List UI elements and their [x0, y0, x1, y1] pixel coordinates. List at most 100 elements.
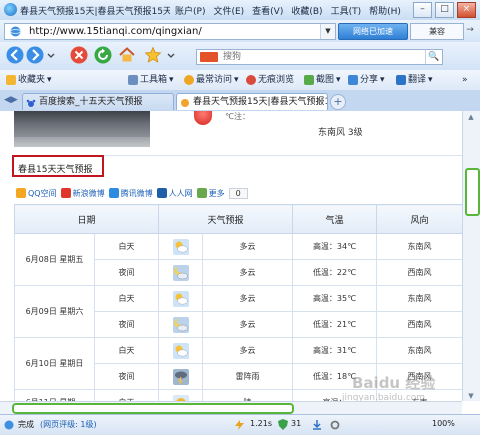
current-wind: 东南风 3级	[318, 128, 363, 138]
weather-site-icon	[181, 99, 189, 107]
chevron-down-icon: ▾	[47, 75, 52, 85]
weather-cell: 多云	[202, 311, 294, 338]
toolbar-translate[interactable]: 翻译 ▾	[396, 73, 433, 87]
cloudy-night-icon	[172, 316, 189, 333]
new-tab-plus-icon[interactable]: +	[330, 94, 346, 110]
favorites-star-icon[interactable]	[144, 46, 162, 64]
search-input[interactable]	[223, 50, 423, 64]
toolbar-favorites[interactable]: 收藏夹 ▾	[6, 73, 52, 87]
chevron-down-icon: ▾	[169, 75, 174, 85]
settings-gear-icon[interactable]	[330, 420, 340, 430]
weather-icon-cell	[158, 363, 204, 390]
share-link[interactable]: QQ空间	[16, 188, 57, 199]
share-link[interactable]: 更多	[196, 188, 225, 199]
weather-icon-cell	[158, 259, 204, 286]
menu-file[interactable]: 文件(E)	[210, 4, 247, 17]
horizontal-scroll-thumb[interactable]	[12, 403, 294, 414]
scroll-down-arrow-icon[interactable]: ▼	[466, 392, 476, 400]
menu-favorites[interactable]: 收藏(B)	[288, 4, 325, 17]
tab-close-icon[interactable]: ×	[316, 94, 324, 110]
table-row: 6月08日 星期五 白天 多云 高温：34℃ 东南风	[14, 233, 462, 286]
toolbar-share[interactable]: 分享 ▾	[348, 73, 385, 87]
partly-cloudy-day-icon	[172, 342, 189, 359]
toolbar-more-chevron-icon[interactable]: »	[462, 73, 468, 87]
toolbar-favorites-label: 收藏夹	[18, 75, 46, 85]
chevron-down-icon: ▾	[380, 75, 385, 85]
zoom-level[interactable]: 100%	[432, 419, 455, 428]
weather-photo-bottom	[14, 137, 150, 147]
toolbar-toolbox-label: 工具箱	[140, 75, 168, 85]
go-arrow-icon[interactable]: →	[464, 24, 476, 37]
search-icon[interactable]: 🔍	[425, 50, 442, 64]
toolbar-most-visited[interactable]: 最常访问 ▾	[184, 73, 239, 87]
toolbar-share-label: 分享	[360, 75, 379, 85]
toolbar-toolbox[interactable]: 工具箱 ▾	[128, 73, 174, 87]
vertical-scroll-thumb[interactable]	[465, 168, 480, 216]
favorites-chevron-down-icon[interactable]	[165, 46, 177, 64]
period-cell: 夜间	[93, 259, 160, 286]
toolbox-icon	[128, 75, 138, 85]
forward-icon[interactable]	[26, 46, 44, 64]
tab-scroll-arrows-icon[interactable]: ◀▶	[4, 95, 18, 105]
star-icon	[6, 75, 16, 85]
close-button[interactable]: ×	[457, 2, 476, 18]
share-site-icon	[108, 188, 119, 198]
page-globe-icon	[10, 26, 21, 37]
scroll-up-arrow-icon[interactable]: ▲	[466, 113, 476, 121]
status-bar: 完成 (网页评级: 1级) 1.21s 31 100%	[0, 414, 480, 435]
wind-cell: 东南风	[376, 233, 462, 260]
address-dropdown-chevron-icon[interactable]: ▼	[320, 24, 335, 39]
header-temp: 气温	[292, 204, 378, 234]
tab-baidu-search[interactable]: 百度搜索_十五天天气预报	[22, 93, 174, 110]
address-field[interactable]: http://www.15tianqi.com/qingxian/ ▼	[4, 23, 336, 40]
minimize-button[interactable]: –	[413, 2, 432, 18]
network-accel-button[interactable]: 网络已加速	[338, 23, 408, 40]
search-box[interactable]: 🔍	[196, 49, 443, 65]
menu-help[interactable]: 帮助(H)	[366, 4, 404, 17]
menu-tools[interactable]: 工具(T)	[328, 4, 365, 17]
compat-mode-button[interactable]: 兼容	[410, 23, 464, 40]
window-controls: – □ ×	[413, 2, 476, 18]
vertical-scrollbar[interactable]	[462, 111, 480, 401]
stop-icon[interactable]	[70, 46, 88, 64]
speed-lightning-icon	[235, 420, 244, 430]
share-count: 0	[228, 187, 248, 199]
maximize-button[interactable]: □	[435, 2, 454, 18]
navigation-row: 🔍	[0, 42, 480, 71]
menu-bar: 账户(P) 文件(E) 查看(V) 收藏(B) 工具(T) 帮助(H)	[172, 4, 404, 17]
back-icon[interactable]	[6, 46, 24, 64]
toolbar-private-browsing[interactable]: 无痕浏览	[246, 73, 294, 87]
chevron-down-icon: ▾	[428, 75, 433, 85]
share-site-icon	[16, 188, 26, 198]
refresh-icon[interactable]	[94, 46, 112, 64]
weather-icon-cell	[158, 285, 204, 312]
share-link[interactable]: 腾讯微博	[108, 188, 153, 199]
window-title: 春县天气预报15天|春县天气预报15天	[20, 7, 170, 17]
weather-icon-cell	[158, 311, 204, 338]
share-link[interactable]: 新浪微博	[60, 188, 105, 199]
weather-cell: 雷阵雨	[202, 363, 294, 390]
menu-account[interactable]: 账户(P)	[172, 4, 208, 17]
share-link[interactable]: 人人网	[156, 188, 193, 199]
chevron-down-icon: ▾	[336, 75, 341, 85]
sogou-logo-icon	[200, 52, 218, 62]
history-chevron-down-icon[interactable]	[46, 46, 56, 64]
address-row: http://www.15tianqi.com/qingxian/ ▼ 网络已加…	[0, 20, 480, 42]
title-bar: 春县天气预报15天|春县天气预报15天 账户(P) 文件(E) 查看(V) 收藏…	[0, 0, 480, 21]
menu-view[interactable]: 查看(V)	[249, 4, 286, 17]
tab-weather-forecast[interactable]: 春县天气预报15天|春县天气预报15 ×	[176, 93, 328, 110]
home-icon[interactable]	[118, 46, 136, 64]
shield-icon[interactable]	[278, 419, 288, 430]
share-label: 更多	[208, 188, 225, 198]
status-count: 31	[291, 419, 302, 428]
download-icon[interactable]	[312, 420, 322, 430]
toolbar-screenshot[interactable]: 截图 ▾	[304, 73, 341, 87]
weather-cell: 多云	[202, 285, 294, 312]
period-cell: 夜间	[93, 311, 160, 338]
page-rating-link[interactable]: (网页评级: 1级)	[40, 419, 97, 430]
star-icon	[184, 75, 194, 85]
period-cell: 白天	[93, 389, 160, 401]
wind-cell: 西南风	[376, 311, 462, 338]
page-done-icon	[4, 420, 14, 430]
weather-cell: 多云	[202, 259, 294, 286]
